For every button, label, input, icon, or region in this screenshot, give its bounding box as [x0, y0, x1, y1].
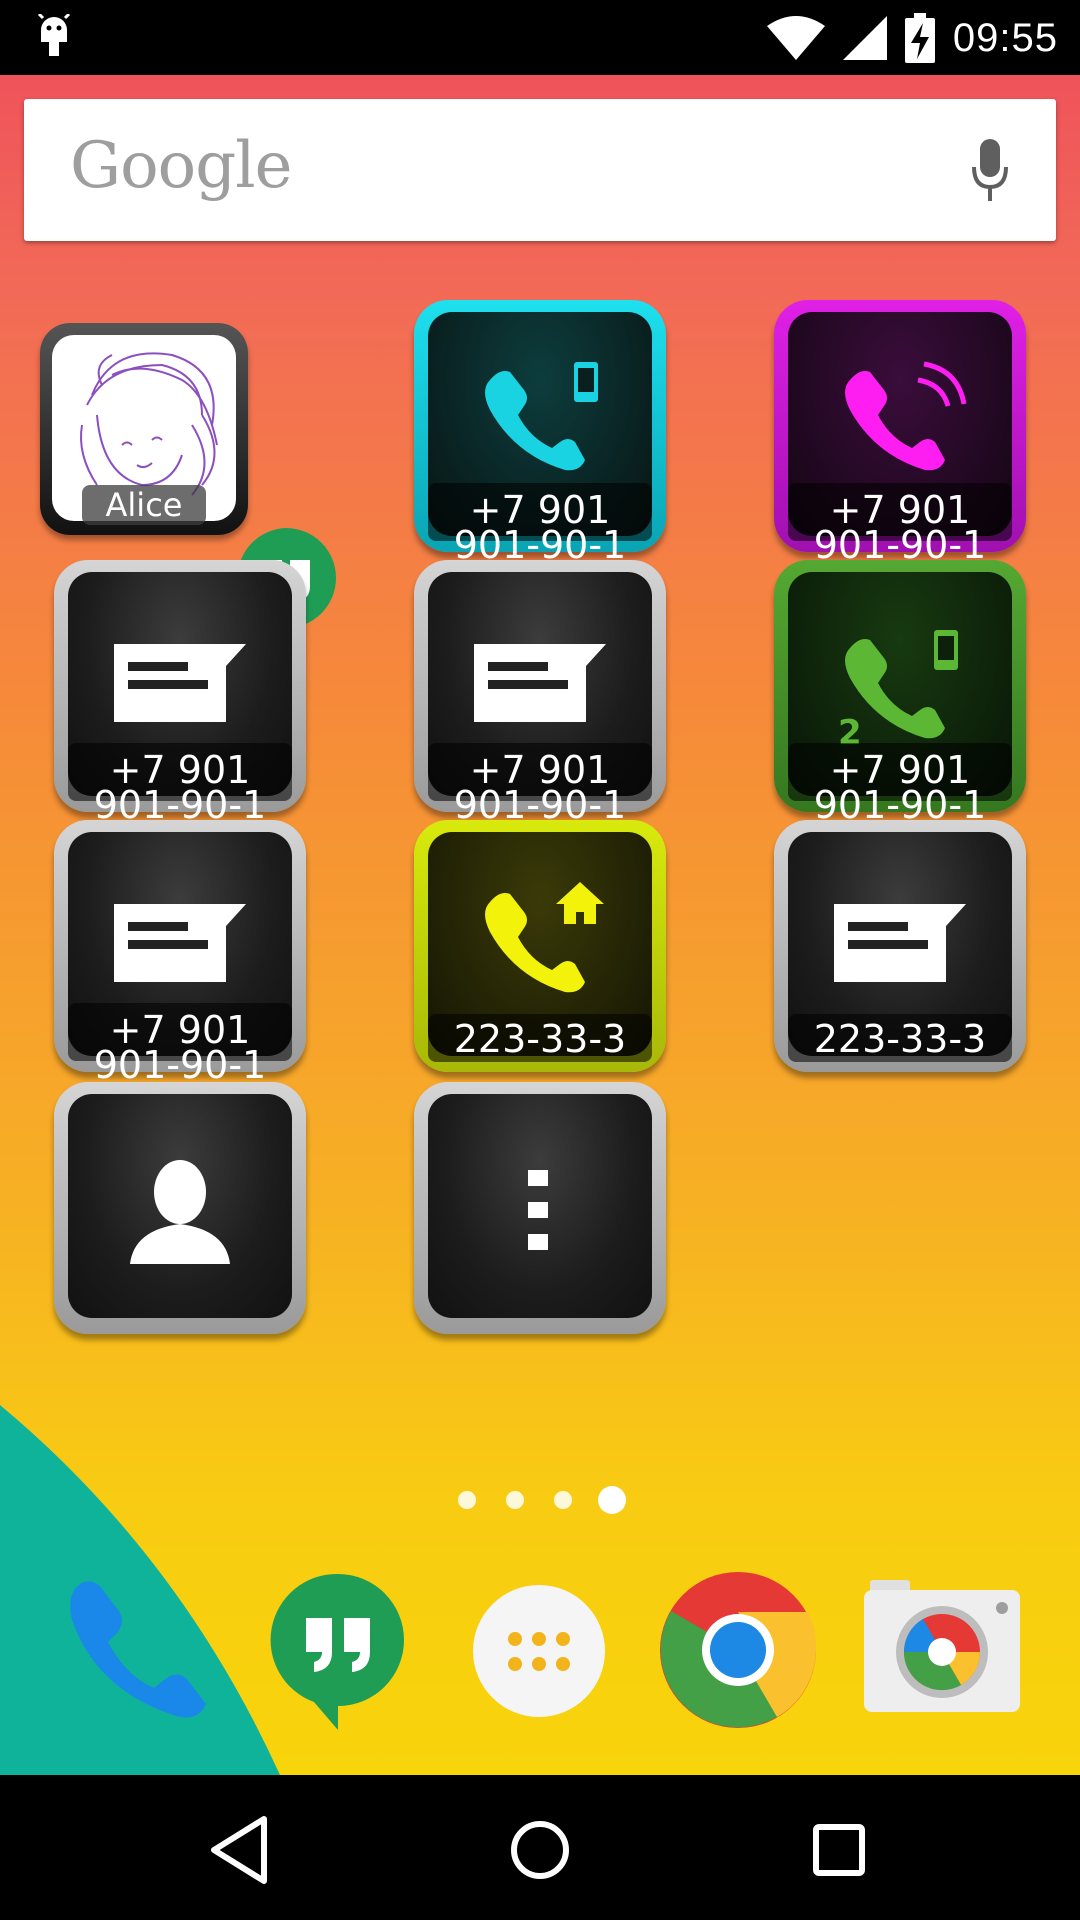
call-mobile-widget[interactable]: +7 901 901-90-1	[414, 300, 666, 564]
page-dot-active[interactable]	[598, 1486, 626, 1514]
tile-label: 223-33-3	[453, 1017, 627, 1061]
google-logo: Google	[70, 129, 292, 203]
more-widget[interactable]	[414, 1082, 666, 1334]
tile-label-line2: 901-90-1	[813, 523, 987, 567]
camera-app-icon[interactable]	[864, 1580, 1020, 1712]
call-sim2-widget[interactable]: 2 +7 901 901-90-1	[774, 560, 1026, 824]
hangouts-app-icon[interactable]	[270, 1572, 406, 1730]
tile-label-line2: 901-90-1	[93, 783, 267, 827]
navigation-bar	[0, 1775, 1080, 1920]
call-incoming-widget[interactable]: +7 901 901-90-1	[774, 300, 1026, 564]
phone-mobile-sim2-icon: 2	[840, 630, 958, 744]
contact-name: Alice	[82, 485, 206, 525]
recents-icon[interactable]	[794, 1805, 884, 1895]
tile-label: 223-33-3	[813, 1017, 987, 1061]
page-dot[interactable]	[458, 1491, 476, 1509]
tile-label-line2: 901-90-1	[813, 783, 987, 827]
sim2-badge: 2	[840, 713, 862, 744]
google-search-bar[interactable]: Google	[24, 99, 1056, 241]
mic-icon[interactable]	[972, 139, 1008, 203]
home-screen: 09:55 Google Alice +7 901 901-90-1 +7 90…	[0, 0, 1080, 1920]
status-bar: 09:55	[0, 0, 1080, 75]
tile-label-line2: 901-90-1	[93, 1043, 267, 1087]
page-dot[interactable]	[506, 1491, 524, 1509]
chrome-app-icon[interactable]	[660, 1572, 816, 1728]
sms-widget-3[interactable]: +7 901 901-90-1	[54, 820, 306, 1084]
person-icon	[130, 1160, 230, 1264]
clock: 09:55	[952, 15, 1058, 60]
phone-home-icon	[485, 882, 604, 993]
message-icon	[114, 644, 246, 722]
contacts-widget[interactable]	[54, 1082, 306, 1334]
phone-mobile-icon	[485, 362, 598, 471]
page-dot[interactable]	[554, 1491, 572, 1509]
sms-widget-2[interactable]: +7 901 901-90-1	[414, 560, 666, 824]
message-icon	[834, 904, 966, 982]
android-debug-icon	[37, 14, 71, 56]
wifi-icon	[766, 16, 825, 60]
message-icon	[474, 644, 606, 722]
tile-label-line2: 901-90-1	[453, 783, 627, 827]
phone-ringing-icon	[845, 361, 967, 471]
cell-signal-icon	[842, 16, 887, 60]
sms-widget-1[interactable]: +7 901 901-90-1	[54, 560, 306, 824]
home-icon[interactable]	[495, 1805, 585, 1895]
tile-label-line2: 901-90-1	[453, 523, 627, 567]
message-icon	[114, 904, 246, 982]
back-icon[interactable]	[196, 1805, 286, 1895]
more-vert-icon	[528, 1170, 548, 1250]
contact-widget-alice[interactable]: Alice	[40, 323, 248, 535]
sms-home-widget[interactable]: 223-33-3	[774, 820, 1026, 1072]
phone-app-icon[interactable]	[66, 1580, 208, 1722]
battery-charging-icon	[904, 13, 935, 63]
app-drawer-icon[interactable]	[472, 1584, 606, 1718]
call-home-widget[interactable]: 223-33-3	[414, 820, 666, 1072]
